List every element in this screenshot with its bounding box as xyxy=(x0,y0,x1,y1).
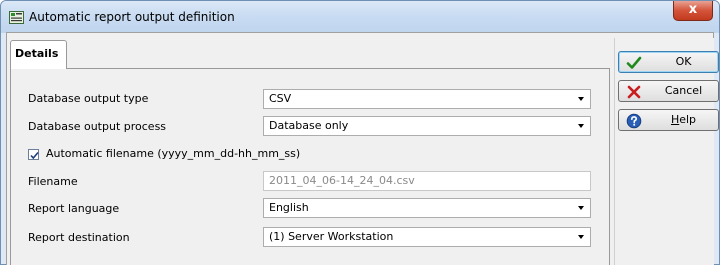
cancel-label: Cancel xyxy=(664,84,703,97)
auto-filename-checkbox[interactable] xyxy=(28,149,39,160)
window-title: Automatic report output definition xyxy=(29,10,235,24)
filename-label: Filename xyxy=(28,175,78,188)
ok-button[interactable]: OK xyxy=(618,51,719,73)
chevron-down-icon[interactable] xyxy=(578,124,584,128)
report-language-select[interactable]: English xyxy=(263,198,591,218)
report-destination-value: (1) Server Workstation xyxy=(269,230,394,243)
help-label: Help xyxy=(670,113,697,126)
filename-field[interactable]: 2011_04_06-14_24_04.csv xyxy=(263,171,591,191)
help-icon xyxy=(626,113,642,129)
db-output-process-value: Database only xyxy=(269,119,349,132)
close-button[interactable]: x xyxy=(673,1,713,21)
db-output-type-label: Database output type xyxy=(28,92,149,105)
chevron-down-icon[interactable] xyxy=(578,206,584,210)
report-destination-select[interactable]: (1) Server Workstation xyxy=(263,227,591,247)
checkmark-icon xyxy=(30,151,39,160)
auto-filename-label[interactable]: Automatic filename (yyyy_mm_dd-hh_mm_ss) xyxy=(46,147,300,160)
report-language-value: English xyxy=(269,201,309,214)
chevron-down-icon[interactable] xyxy=(578,97,584,101)
tab-details[interactable]: Details xyxy=(10,40,67,69)
report-destination-label: Report destination xyxy=(28,231,130,244)
db-output-process-select[interactable]: Database only xyxy=(263,116,591,136)
report-language-label: Report language xyxy=(28,202,120,215)
title-bar[interactable]: Automatic report output definition xyxy=(1,1,719,33)
cancel-button[interactable]: Cancel xyxy=(618,80,719,102)
checkmark-icon xyxy=(626,56,642,69)
chevron-down-icon[interactable] xyxy=(578,235,584,239)
db-output-type-select[interactable]: CSV xyxy=(263,89,591,109)
db-output-process-label: Database output process xyxy=(28,120,167,133)
help-button[interactable]: Help xyxy=(618,109,719,131)
cross-icon xyxy=(627,85,641,99)
db-output-type-value: CSV xyxy=(269,92,292,105)
ok-label: OK xyxy=(675,55,692,68)
report-app-icon xyxy=(9,11,24,24)
